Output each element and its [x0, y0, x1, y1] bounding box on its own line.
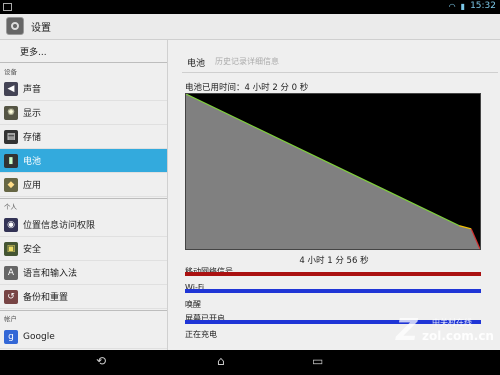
watermark-line2: zol.com.cn — [422, 329, 494, 343]
signal-bar-wifi — [185, 289, 481, 293]
signal-bar-mobile — [185, 272, 481, 276]
battery-panel: 电池 历史记录详细信息 电池已用时间：4 小时 2 分 0 秒 4 小时 1 分… — [168, 40, 500, 350]
sidebar-item-label: 备份和重置 — [23, 293, 69, 303]
wifi-icon: ◠ — [448, 1, 456, 11]
brightness-icon: ✺ — [4, 105, 18, 120]
sidebar-item-storage[interactable]: ▤ 存储 — [0, 125, 167, 149]
section-accounts: 帐户 — [4, 315, 17, 323]
watermark-logo: Z — [396, 313, 418, 348]
sidebar-item-label: 电池 — [23, 157, 42, 167]
back-icon[interactable]: ⟲ — [96, 354, 106, 368]
apps-icon: ◆ — [4, 177, 18, 192]
home-icon[interactable]: ⌂ — [217, 354, 225, 368]
action-bar: 设置 — [0, 14, 500, 40]
watermark-line1: 中关村在线 — [432, 318, 472, 327]
tab-divider — [182, 72, 498, 73]
section-divider — [0, 310, 167, 311]
google-icon: g — [4, 329, 18, 344]
more-item[interactable]: 更多... — [20, 45, 47, 58]
battery-level-area — [186, 94, 480, 249]
sidebar-item-security[interactable]: ▣ 安全 — [0, 237, 167, 261]
battery-status-icon: ▮ — [460, 1, 466, 11]
location-icon: ◉ — [4, 217, 18, 232]
sidebar-item-display[interactable]: ✺ 显示 — [0, 101, 167, 125]
settings-sidebar: 更多... 设备 ◀ 声音 ✺ 显示 ▤ 存储 ▮ 电池 ◆ 应用 个人 ◉ 位… — [0, 40, 168, 350]
lock-icon: ▣ — [4, 241, 18, 256]
signal-label-awake: 唤醒 — [185, 300, 201, 309]
watermark: Z 中关村在线 zol.com.cn — [396, 313, 494, 349]
sidebar-item-sound[interactable]: ◀ 声音 — [0, 77, 167, 101]
sidebar-item-apps[interactable]: ◆ 应用 — [0, 173, 167, 197]
chart-duration-label: 4 小时 1 分 56 秒 — [299, 256, 369, 266]
notification-icon — [3, 3, 12, 11]
battery-chart — [185, 93, 481, 250]
speaker-icon: ◀ — [4, 81, 18, 96]
signal-label-charging: 正在充电 — [185, 330, 217, 339]
recent-apps-icon[interactable]: ▭ — [312, 354, 323, 368]
sidebar-item-label: 位置信息访问权限 — [23, 221, 96, 231]
sidebar-item-label: 存储 — [23, 133, 42, 143]
clock: 15:32 — [470, 1, 496, 11]
sidebar-item-label: 声音 — [23, 85, 42, 95]
sidebar-item-label: Google — [23, 331, 55, 342]
navigation-bar: ⟲ ⌂ ▭ — [0, 350, 500, 375]
section-personal: 个人 — [4, 203, 17, 211]
sidebar-item-language[interactable]: A 语言和输入法 — [0, 261, 167, 285]
tab-bar: 电池 历史记录详细信息 — [168, 40, 500, 70]
settings-app-icon[interactable] — [6, 17, 24, 35]
language-icon: A — [4, 265, 18, 280]
sidebar-item-label: 安全 — [23, 245, 42, 255]
status-bar: ◠ ▮ 15:32 — [0, 0, 500, 14]
sidebar-item-label: 语言和输入法 — [23, 269, 78, 279]
tab-battery[interactable]: 电池 — [187, 56, 205, 69]
section-device: 设备 — [4, 68, 17, 76]
action-bar-title: 设置 — [31, 23, 51, 34]
sidebar-item-location[interactable]: ◉ 位置信息访问权限 — [0, 213, 167, 237]
storage-icon: ▤ — [4, 129, 18, 144]
tab-history-details[interactable]: 历史记录详细信息 — [215, 56, 279, 67]
section-divider — [0, 62, 167, 63]
battery-icon: ▮ — [4, 153, 18, 168]
section-divider — [0, 198, 167, 199]
sidebar-item-google[interactable]: g Google — [0, 325, 167, 349]
sidebar-item-backup[interactable]: ↺ 备份和重置 — [0, 285, 167, 309]
backup-icon: ↺ — [4, 289, 18, 304]
battery-usage-time: 电池已用时间：4 小时 2 分 0 秒 — [185, 83, 309, 93]
sidebar-item-label: 显示 — [23, 109, 42, 119]
sidebar-item-battery[interactable]: ▮ 电池 — [0, 149, 167, 173]
sidebar-item-label: 应用 — [23, 181, 42, 191]
